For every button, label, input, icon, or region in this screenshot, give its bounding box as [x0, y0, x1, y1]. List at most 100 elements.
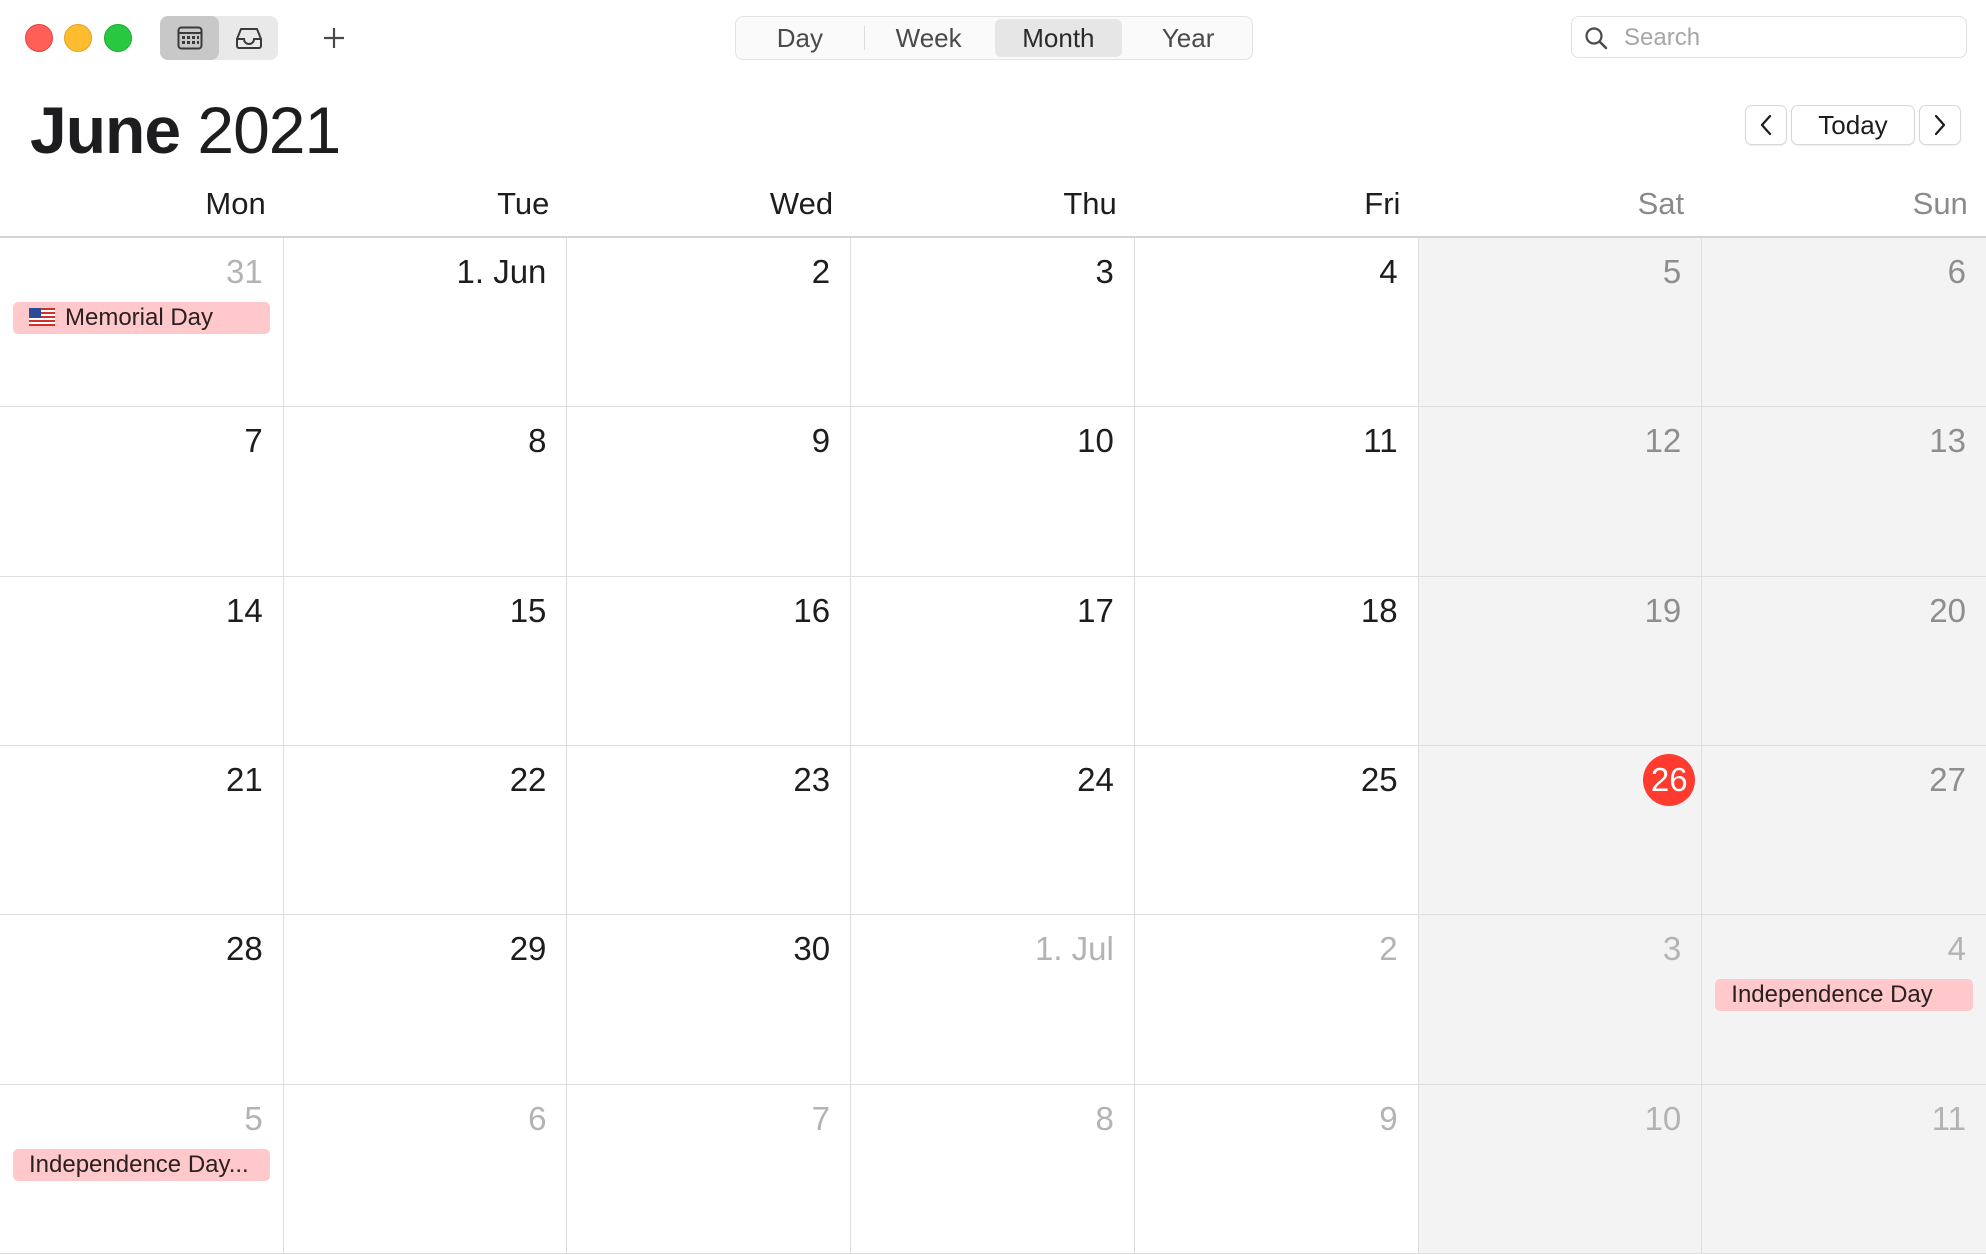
day-number: 7 [244, 422, 263, 460]
day-cell[interactable]: 2 [1134, 915, 1419, 1085]
weekday-header: Tue [497, 186, 550, 221]
day-number: 1. Jul [1034, 930, 1114, 968]
sidebar-toggle-group [160, 16, 278, 60]
calendar-list-button[interactable] [160, 16, 219, 60]
day-cell[interactable]: 12 [1418, 407, 1703, 577]
day-cell[interactable]: 3 [851, 238, 1135, 408]
day-cell[interactable]: 13 [1702, 407, 1986, 577]
day-number: 12 [1644, 422, 1682, 460]
day-number: 9 [1379, 1099, 1398, 1137]
day-number: 11 [1363, 422, 1398, 460]
day-cell[interactable]: 27 [1702, 745, 1986, 916]
day-cell[interactable]: 3 [1418, 915, 1703, 1085]
month-name: June [30, 93, 181, 167]
view-month-tab[interactable]: Month [994, 19, 1123, 57]
us-flag-icon [29, 303, 55, 334]
day-cell[interactable]: 1. Jul [851, 915, 1135, 1085]
day-cell[interactable]: 6 [283, 1084, 568, 1254]
day-cell[interactable]: 23 [567, 745, 852, 916]
inbox-button[interactable] [219, 16, 278, 60]
day-cell[interactable]: 5 [1418, 238, 1703, 408]
day-number: 5 [1662, 253, 1682, 290]
zoom-window-button[interactable] [104, 24, 132, 52]
day-cell[interactable]: 19 [1418, 576, 1703, 746]
event-item[interactable]: Independence Day... [13, 1148, 270, 1181]
page-title: June 2021 [30, 92, 341, 168]
day-number: 27 [1929, 760, 1966, 798]
day-cell[interactable]: 8 [283, 407, 568, 577]
event-title: Independence Day [1731, 981, 1933, 1009]
day-cell[interactable]: 30 [567, 915, 852, 1085]
toolbar: Day Week Month Year [0, 0, 1986, 76]
day-cell[interactable]: 21 [0, 745, 284, 916]
day-cell[interactable]: 24 [851, 745, 1135, 916]
event-item[interactable]: Memorial Day [13, 302, 270, 334]
day-cell[interactable]: 17 [851, 576, 1135, 746]
day-cell[interactable]: 16 [567, 576, 852, 746]
weekday-header: Mon [205, 186, 266, 221]
day-cell[interactable]: 10 [851, 407, 1135, 577]
day-cell[interactable]: 20 [1702, 576, 1986, 746]
day-cell[interactable]: 9 [1134, 1084, 1419, 1254]
search-input[interactable] [1622, 21, 1956, 55]
day-number: 9 [811, 422, 831, 460]
day-cell[interactable]: 10 [1418, 1084, 1703, 1254]
day-cell[interactable]: 28 [0, 915, 284, 1085]
day-number: 2 [1379, 930, 1398, 968]
weekday-header: Thu [1063, 186, 1117, 221]
day-cell[interactable]: 15 [283, 576, 568, 746]
day-number: 25 [1360, 760, 1398, 798]
day-number: 2 [811, 253, 831, 290]
day-cell[interactable]: 4 Independence Day [1702, 915, 1986, 1085]
date-navigation: Today [1745, 105, 1961, 145]
day-cell[interactable]: 29 [283, 915, 568, 1085]
day-number: 21 [225, 760, 263, 798]
day-number: 20 [1929, 591, 1966, 629]
day-number: 30 [793, 930, 831, 968]
day-cell[interactable]: 4 [1134, 238, 1419, 408]
event-item[interactable]: Independence Day [1715, 979, 1973, 1012]
weekday-header: Wed [769, 186, 834, 221]
day-cell[interactable]: 2 [567, 238, 852, 408]
day-number: 15 [509, 591, 547, 629]
day-cell[interactable]: 7 [0, 407, 284, 577]
day-number: 4 [1379, 253, 1398, 290]
day-number: 8 [528, 422, 547, 460]
day-cell[interactable]: 5 Independence Day... [0, 1084, 284, 1254]
day-number: 10 [1077, 422, 1114, 460]
minimize-window-button[interactable] [64, 24, 92, 52]
day-cell[interactable]: 8 [851, 1084, 1135, 1254]
day-number: 24 [1077, 760, 1114, 798]
day-number: 11 [1931, 1099, 1966, 1137]
view-week-tab[interactable]: Week [865, 17, 993, 59]
month-grid: 31 Memorial Day 1. Jun 2 3 4 5 6 7 8 9 10 11 12 13 14 15… [0, 238, 1986, 1254]
add-event-button[interactable] [312, 16, 356, 60]
today-button[interactable]: Today [1791, 105, 1915, 145]
day-cell[interactable]: 25 [1134, 745, 1419, 916]
day-number: 29 [509, 930, 547, 968]
day-cell[interactable]: 11 [1702, 1084, 1986, 1254]
day-cell[interactable]: 14 [0, 576, 284, 746]
weekday-header: Sun [1912, 186, 1968, 221]
view-year-tab[interactable]: Year [1124, 17, 1252, 59]
day-cell[interactable]: 26 [1418, 745, 1703, 916]
day-cell[interactable]: 18 [1134, 576, 1419, 746]
next-month-button[interactable] [1919, 105, 1961, 145]
day-number: 6 [1947, 253, 1966, 290]
previous-month-button[interactable] [1745, 105, 1787, 145]
day-cell[interactable]: 11 [1134, 407, 1419, 577]
day-number: 3 [1662, 930, 1682, 968]
day-cell[interactable]: 9 [567, 407, 852, 577]
day-cell[interactable]: 1. Jun [283, 238, 568, 408]
chevron-right-icon [1934, 114, 1946, 136]
day-number: 6 [528, 1099, 547, 1137]
day-cell[interactable]: 31 Memorial Day [0, 238, 284, 408]
close-window-button[interactable] [25, 24, 53, 52]
year-number: 2021 [197, 93, 341, 167]
day-number: 1. Jun [456, 253, 547, 290]
day-cell[interactable]: 6 [1702, 238, 1986, 408]
day-cell[interactable]: 22 [283, 745, 568, 916]
day-number: 31 [225, 253, 263, 290]
view-day-tab[interactable]: Day [736, 17, 864, 59]
day-cell[interactable]: 7 [567, 1084, 852, 1254]
